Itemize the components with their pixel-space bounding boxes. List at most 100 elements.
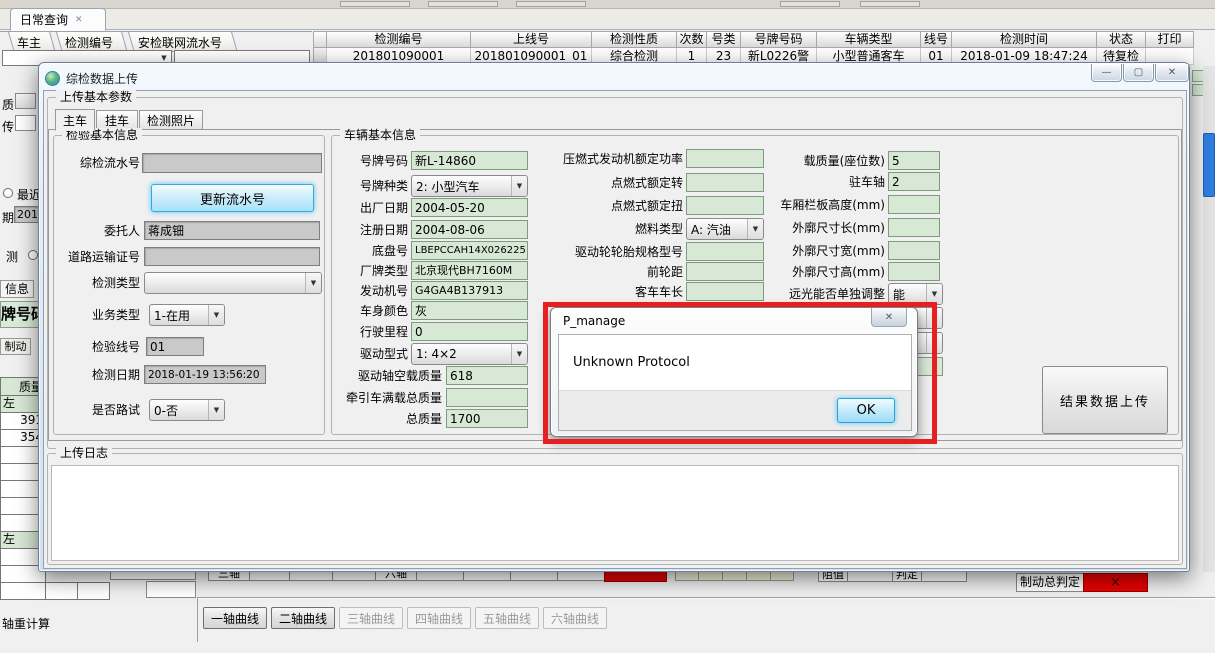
- axle-weight-calc-label: 轴重计算: [2, 615, 50, 632]
- app-icon: [45, 71, 60, 86]
- close-button[interactable]: ✕: [1155, 64, 1189, 82]
- radio-recent[interactable]: [3, 188, 13, 198]
- inspect-lane-field[interactable]: 01: [146, 337, 204, 356]
- close-tab-icon[interactable]: ✕: [75, 15, 83, 25]
- dropdown-arrow-icon[interactable]: ▼: [305, 273, 321, 293]
- board-height-field[interactable]: [888, 195, 940, 214]
- error-content-panel: Unknown Protocol OK: [558, 334, 912, 431]
- axis-curve-button-1[interactable]: 一轴曲线: [203, 607, 267, 629]
- col-header[interactable]: 车辆类型: [817, 31, 921, 48]
- serial-label: 综检流水号: [56, 156, 140, 170]
- plate-number-field[interactable]: 新L-14860: [411, 151, 528, 170]
- body-color-field[interactable]: 灰: [411, 301, 528, 320]
- minimize-button[interactable]: —: [1091, 64, 1122, 82]
- dropdown-arrow-icon[interactable]: ▼: [511, 176, 527, 196]
- field-label: 道路运输证号: [52, 250, 140, 264]
- field-label: 出厂日期: [336, 201, 408, 215]
- col-header[interactable]: 号牌号码: [741, 31, 817, 48]
- field-label: 驻车轴: [753, 175, 885, 189]
- axis-curve-button-2[interactable]: 二轴曲线: [271, 607, 335, 629]
- subtab-owner[interactable]: 车主: [8, 32, 50, 52]
- col-header[interactable]: 检测编号: [327, 31, 471, 48]
- road-transport-cert-field[interactable]: [144, 247, 320, 266]
- inspect-date-field[interactable]: 2018-01-19 13:56:20: [144, 365, 266, 384]
- col-header[interactable]: 次数: [677, 31, 707, 48]
- highbeam-adjustable-combo[interactable]: 能 ▼: [888, 283, 943, 305]
- outline-height-field[interactable]: [888, 262, 940, 281]
- subtab-inspect-no[interactable]: 检测编号: [56, 32, 122, 52]
- toolbar-fragment: [780, 1, 840, 7]
- serial-field[interactable]: [142, 153, 322, 173]
- field-label: 底盘号: [336, 244, 408, 258]
- field-label: 载质量(座位数): [753, 154, 885, 168]
- result-upload-button[interactable]: 结果数据上传: [1042, 366, 1168, 434]
- tab-main-vehicle[interactable]: 主车: [55, 109, 95, 131]
- field-label: 外廓尺寸高(mm): [753, 265, 885, 279]
- clipped-date-field[interactable]: 201: [14, 206, 40, 223]
- clipped-label: 期: [2, 209, 14, 226]
- chassis-number-field[interactable]: LBEPCCAH14X026225: [411, 241, 528, 260]
- dropdown-arrow-icon[interactable]: ▼: [926, 284, 942, 304]
- drive-type-combo[interactable]: 1: 4×2 ▼: [411, 343, 528, 365]
- upload-log-textarea[interactable]: [51, 465, 1179, 561]
- total-mass-field[interactable]: 1700: [446, 409, 528, 428]
- plate-category-combo[interactable]: 2: 小型汽车 ▼: [411, 175, 528, 197]
- field-label: 远光能否单独调整: [753, 287, 885, 301]
- brand-model-field[interactable]: 北京现代BH7160M: [411, 261, 528, 280]
- col-header[interactable]: 检测性质: [592, 31, 677, 48]
- col-header[interactable]: 打印: [1146, 31, 1194, 48]
- divider: [197, 597, 198, 642]
- tab-info-fragment[interactable]: 信息: [0, 280, 34, 298]
- register-date-field[interactable]: 2004-08-06: [411, 220, 528, 239]
- mileage-field[interactable]: 0: [411, 322, 528, 341]
- drive-axle-empty-mass-field[interactable]: 618: [446, 366, 528, 385]
- col-header[interactable]: 号类: [707, 31, 741, 48]
- error-close-button[interactable]: ✕: [871, 308, 907, 327]
- error-dialog-title: P_manage: [563, 314, 625, 328]
- subtab-safety-serial[interactable]: 安检联网流水号: [128, 32, 232, 52]
- col-header[interactable]: 状态: [1097, 31, 1146, 48]
- close-icon: ✕: [1168, 67, 1176, 78]
- dropdown-arrow-icon[interactable]: ▼: [157, 54, 171, 62]
- error-dialog: P_manage ✕ Unknown Protocol OK: [550, 307, 918, 437]
- col-header[interactable]: 线号: [921, 31, 952, 48]
- radio-fragment[interactable]: [28, 250, 38, 260]
- tab-brake-fragment[interactable]: 制动: [0, 338, 31, 355]
- tab-photos[interactable]: 检测照片: [139, 110, 203, 130]
- maximize-button[interactable]: ▢: [1123, 64, 1154, 82]
- plate-confirm-header-fragment: 牌号码: [0, 301, 40, 328]
- results-table-header: 检测编号 上线号 检测性质 次数 号类 号牌号码 车辆类型 线号 检测时间 状态…: [313, 31, 1194, 48]
- dropdown-arrow-icon[interactable]: ▼: [926, 308, 942, 328]
- tab-trailer[interactable]: 挂车: [96, 110, 138, 130]
- close-icon: ✕: [885, 312, 893, 323]
- dropdown-arrow-icon[interactable]: ▼: [926, 333, 942, 353]
- clipped-label: 质: [2, 96, 14, 113]
- col-header[interactable]: 检测时间: [952, 31, 1097, 48]
- field-label: 号牌号码: [336, 154, 408, 168]
- business-type-combo[interactable]: 1-在用 ▼: [149, 304, 225, 326]
- tractor-full-mass-field[interactable]: [446, 388, 528, 407]
- field-label: 业务类型: [56, 308, 140, 322]
- dropdown-arrow-icon[interactable]: ▼: [208, 305, 224, 325]
- outline-width-field[interactable]: [888, 241, 940, 260]
- field-label: 外廓尺寸宽(mm): [753, 244, 885, 258]
- dialog-titlebar[interactable]: 综检数据上传: [45, 68, 138, 88]
- road-test-combo[interactable]: 0-否 ▼: [149, 399, 225, 421]
- outline-length-field[interactable]: [888, 218, 940, 237]
- toolbar-fragment: [860, 1, 920, 7]
- load-mass-seats-field[interactable]: 5: [888, 151, 940, 170]
- client-name-field[interactable]: 蒋成钿: [144, 221, 320, 240]
- col-header[interactable]: 上线号: [471, 31, 592, 48]
- manufacture-date-field[interactable]: 2004-05-20: [411, 198, 528, 217]
- parking-axle-field[interactable]: 2: [888, 172, 940, 191]
- dropdown-arrow-icon[interactable]: ▼: [208, 400, 224, 420]
- update-serial-button[interactable]: 更新流水号: [151, 184, 314, 212]
- ok-button[interactable]: OK: [837, 398, 895, 423]
- tab-daily-query[interactable]: 日常查询 ✕: [10, 8, 106, 31]
- engine-number-field[interactable]: G4GA4B137913: [411, 281, 528, 300]
- dropdown-arrow-icon[interactable]: ▼: [511, 344, 527, 364]
- tab-label: 日常查询: [20, 11, 68, 28]
- group-title: 车辆基本信息: [340, 128, 420, 142]
- scrollbar-thumb[interactable]: [1203, 133, 1215, 197]
- inspect-type-combo[interactable]: ▼: [144, 272, 322, 294]
